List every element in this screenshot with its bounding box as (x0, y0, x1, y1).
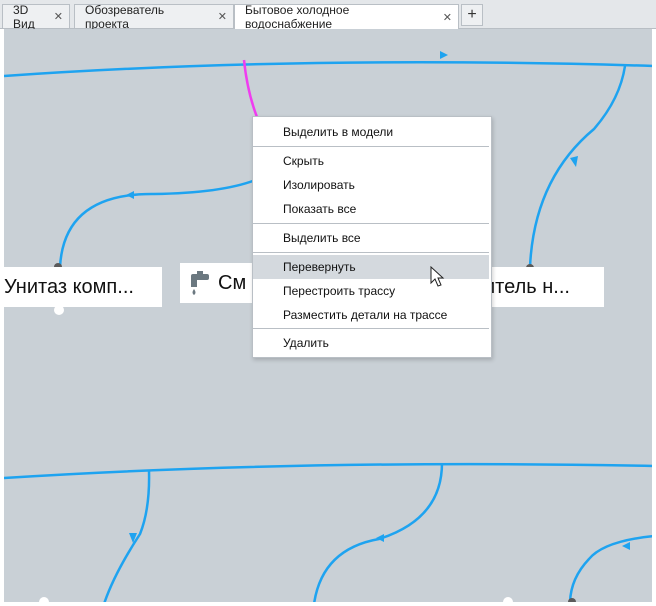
fixture-node-toilet[interactable]: Унитаз комп... (4, 267, 162, 307)
tab-label: Бытовое холодное водоснабжение (245, 3, 350, 31)
canvas-border (0, 602, 656, 606)
tab-label: 3D Вид (13, 2, 35, 31)
faucet-icon (188, 269, 218, 297)
menu-item-flip[interactable]: Перевернуть (253, 255, 489, 279)
menu-item-isolate[interactable]: Изолировать (253, 174, 489, 196)
menu-item-label: Скрыть (283, 154, 324, 168)
flow-arrow-icon (570, 156, 578, 167)
close-icon[interactable]: ✕ (443, 11, 452, 24)
flow-arrow-icon (376, 534, 384, 542)
menu-item-place-parts[interactable]: Разместить детали на трассе (253, 304, 489, 326)
flow-arrow-icon (440, 51, 448, 59)
menu-item-label: Изолировать (283, 178, 355, 192)
branch-pipe-bottom-3[interactable] (568, 534, 654, 602)
fixture-node-heater[interactable]: итель н... (482, 267, 604, 307)
menu-item-select-all[interactable]: Выделить все (253, 227, 489, 249)
menu-item-delete[interactable]: Удалить (253, 332, 489, 354)
menu-item-rebuild-route[interactable]: Перестроить трассу (253, 280, 489, 302)
branch-pipe-bottom-2[interactable] (313, 462, 444, 602)
flow-arrow-icon (126, 191, 134, 199)
tab-label: Обозреватель проекта (85, 2, 165, 31)
close-icon[interactable]: ✕ (218, 10, 227, 23)
tab-project-browser[interactable]: Обозреватель проекта ✕ (74, 2, 234, 31)
canvas-border (652, 29, 656, 606)
menu-item-select-in-model[interactable]: Выделить в модели (253, 121, 489, 143)
context-menu: Выделить в модели Скрыть Изолировать Пок… (252, 116, 492, 358)
add-tab-button[interactable]: + (461, 4, 483, 26)
node-label: итель н... (484, 275, 570, 298)
menu-item-show-all[interactable]: Показать все (253, 198, 489, 220)
menu-item-hide[interactable]: Скрыть (253, 150, 489, 172)
branch-pipe-left[interactable] (58, 177, 259, 268)
main-pipe-bottom[interactable] (4, 462, 654, 480)
menu-item-label: Выделить все (283, 231, 361, 245)
menu-item-label: Выделить в модели (283, 125, 394, 139)
menu-item-label: Разместить детали на трассе (283, 308, 448, 322)
branch-pipe-bottom-1[interactable] (103, 470, 151, 602)
menu-item-label: Удалить (283, 336, 329, 350)
node-label: Унитаз комп... (4, 275, 134, 298)
tab-3d-view[interactable]: 3D Вид ✕ (2, 2, 70, 31)
menu-item-label: Перестроить трассу (283, 284, 396, 298)
tab-cold-water-supply[interactable]: Бытовое холодное водоснабжение ✕ (234, 3, 459, 31)
branch-pipe-right[interactable] (528, 65, 627, 268)
menu-separator (253, 328, 489, 329)
menu-item-label: Перевернуть (283, 260, 356, 274)
menu-separator (253, 252, 489, 253)
node-label: См (218, 271, 247, 294)
menu-separator (253, 146, 489, 147)
close-icon[interactable]: ✕ (54, 10, 63, 23)
menu-separator (253, 223, 489, 224)
menu-item-label: Показать все (283, 202, 357, 216)
pipe-port[interactable] (54, 305, 64, 315)
mouse-cursor-icon (430, 266, 445, 287)
main-pipe-top[interactable] (4, 60, 654, 78)
canvas-border (0, 29, 4, 606)
tab-bar: 3D Вид ✕ Обозреватель проекта ✕ Бытовое … (0, 0, 656, 31)
flow-arrow-icon (622, 542, 630, 550)
